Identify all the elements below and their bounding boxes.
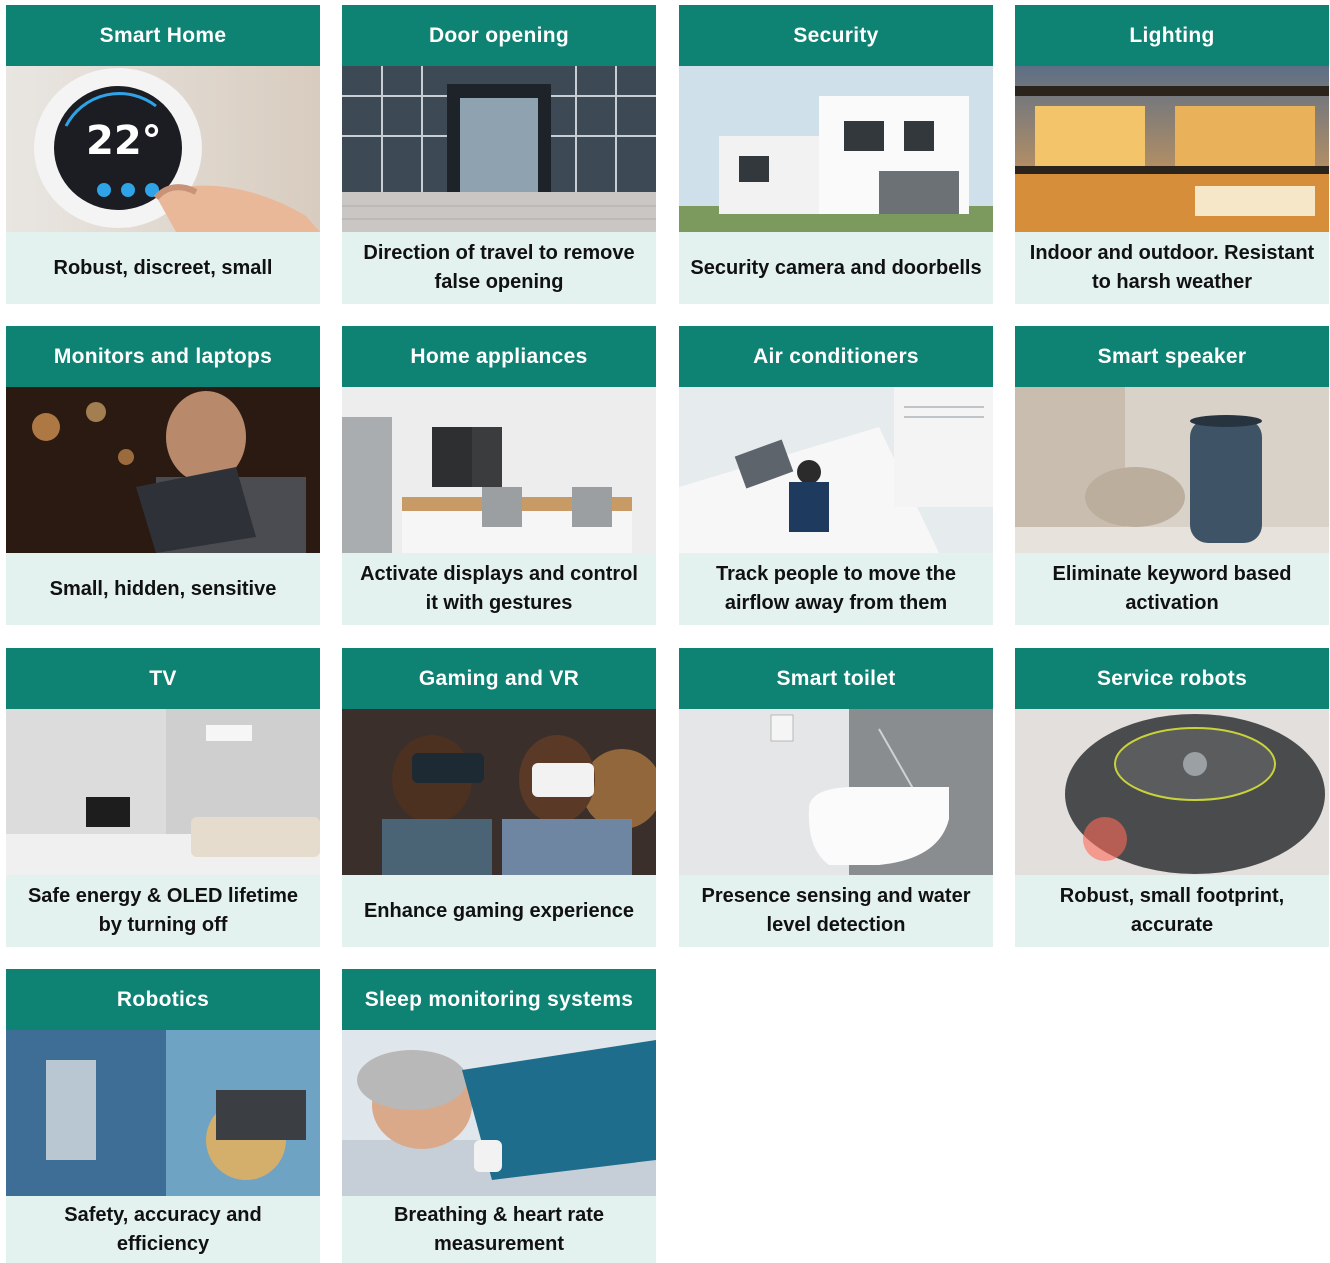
vr-headsets-image (342, 709, 656, 875)
smart-toilet-image (679, 709, 993, 875)
office-ac-image (679, 387, 993, 553)
sleeping-woman-image (342, 1030, 656, 1196)
card-door-opening: Door opening Direction of travel to remo… (342, 5, 656, 304)
card-service-robots: Service robots Robust, small footprint, … (1015, 648, 1329, 947)
kitchen-image (342, 387, 656, 553)
card-air-conditioners: Air conditioners Track people to move th… (679, 326, 993, 625)
card-sleep-monitoring: Sleep monitoring systems Breathing & hea… (342, 969, 656, 1263)
card-caption: Robust, discreet, small (6, 232, 320, 304)
card-tv: TV Safe energy & OLED lifetime by turnin… (6, 648, 320, 947)
temperature-display: 22° (86, 118, 162, 164)
card-title: Smart speaker (1015, 326, 1329, 387)
card-caption: Direction of travel to remove false open… (342, 232, 656, 304)
card-title: Air conditioners (679, 326, 993, 387)
card-title: TV (6, 648, 320, 709)
card-caption: Track people to move the airflow away fr… (679, 553, 993, 625)
card-caption: Indoor and outdoor. Resistant to harsh w… (1015, 232, 1329, 304)
industrial-robot-image (6, 1030, 320, 1196)
card-title: Home appliances (342, 326, 656, 387)
card-caption: Small, hidden, sensitive (6, 553, 320, 625)
card-title: Service robots (1015, 648, 1329, 709)
card-caption: Safety, accuracy and efficiency (6, 1196, 320, 1263)
card-gaming-vr: Gaming and VR Enhance gaming experience (342, 648, 656, 947)
card-title: Smart toilet (679, 648, 993, 709)
card-title: Robotics (6, 969, 320, 1030)
card-smart-speaker: Smart speaker Eliminate keyword based ac… (1015, 326, 1329, 625)
card-caption: Breathing & heart rate measurement (342, 1196, 656, 1263)
card-title: Sleep monitoring systems (342, 969, 656, 1030)
card-caption: Enhance gaming experience (342, 875, 656, 947)
card-security: Security Security camera and doorbells (679, 5, 993, 304)
application-grid: Smart Home 22° Robust, discreet, small D… (0, 0, 1330, 1263)
man-with-tablet-image (6, 387, 320, 553)
card-caption: Security camera and doorbells (679, 232, 993, 304)
card-smart-toilet: Smart toilet Presence sensing and water … (679, 648, 993, 947)
modern-house-image (679, 66, 993, 232)
robot-vacuum-image (1015, 709, 1329, 875)
card-title: Monitors and laptops (6, 326, 320, 387)
smart-speaker-image (1015, 387, 1329, 553)
card-title: Gaming and VR (342, 648, 656, 709)
card-title: Door opening (342, 5, 656, 66)
living-room-tv-image (6, 709, 320, 875)
card-title: Smart Home (6, 5, 320, 66)
card-caption: Eliminate keyword based activation (1015, 553, 1329, 625)
glass-entrance-image (342, 66, 656, 232)
card-caption: Presence sensing and water level detecti… (679, 875, 993, 947)
card-smart-home: Smart Home 22° Robust, discreet, small (6, 5, 320, 304)
card-monitors-laptops: Monitors and laptops Small, hidden, sens… (6, 326, 320, 625)
card-robotics: Robotics Safety, accuracy and efficiency (6, 969, 320, 1263)
card-lighting: Lighting Indoor and outdoor. Resistant t… (1015, 5, 1329, 304)
card-caption: Activate displays and control it with ge… (342, 553, 656, 625)
card-caption: Robust, small footprint, accurate (1015, 875, 1329, 947)
thermostat-image: 22° (6, 66, 320, 232)
card-home-appliances: Home appliances Activate displays and co… (342, 326, 656, 625)
lit-villa-image (1015, 66, 1329, 232)
card-title: Security (679, 5, 993, 66)
card-caption: Safe energy & OLED lifetime by turning o… (6, 875, 320, 947)
card-title: Lighting (1015, 5, 1329, 66)
